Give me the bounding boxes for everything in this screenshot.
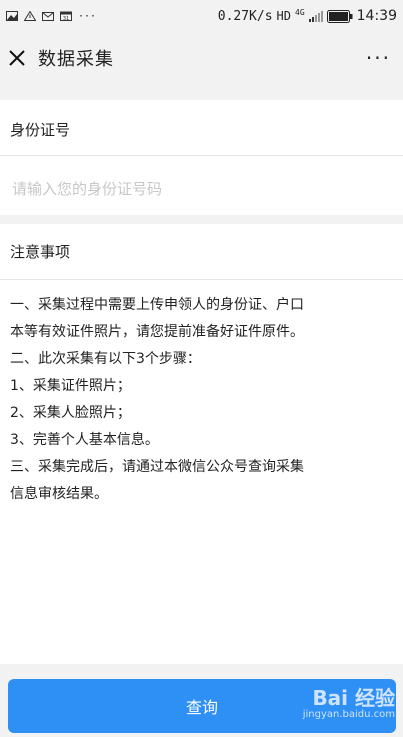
image-notification-icon xyxy=(6,11,18,21)
watermark-url: jingyan.baidu.com xyxy=(302,709,395,720)
notes-line: 一、采集过程中需要上传申领人的身份证、户口 xyxy=(10,297,304,313)
query-button-label: 查询 xyxy=(185,698,218,717)
baidu-jingyan-watermark: Bai 经验 jingyan.baidu.com xyxy=(303,682,395,720)
notes-line: 本等有效证件照片，请您提前准备好证件原件。 xyxy=(10,324,304,340)
notes-line: 信息审核结果。 xyxy=(10,486,108,502)
battery-icon xyxy=(326,9,353,23)
divider xyxy=(0,279,403,280)
close-icon xyxy=(9,50,25,66)
notes-line: 二、此次采集有以下3个步骤： xyxy=(10,351,201,367)
id-number-input[interactable] xyxy=(10,176,394,202)
divider xyxy=(0,155,403,156)
watermark-logo: Bai 经验 xyxy=(312,686,395,710)
notes-content: 一、采集过程中需要上传申领人的身份证、户口 本等有效证件照片，请您提前准备好证件… xyxy=(10,292,395,508)
more-notifications: ··· xyxy=(78,10,97,22)
page-title: 数据采集 xyxy=(38,49,114,70)
notes-title: 注意事项 xyxy=(10,243,71,261)
more-menu-button[interactable]: ··· xyxy=(366,46,391,70)
signal-icon xyxy=(308,11,323,22)
status-right: 0.27K/s HD 4G 14:39 xyxy=(217,7,403,25)
title-bar: 数据采集 ··· xyxy=(0,32,403,84)
svg-text:31: 31 xyxy=(63,16,69,21)
status-left-icons: 31 ··· xyxy=(0,11,96,22)
warning-icon xyxy=(24,11,36,21)
close-button[interactable] xyxy=(0,38,34,78)
hd-indicator: HD xyxy=(276,9,291,23)
notes-line: 2、采集人脸照片； xyxy=(10,405,131,421)
notes-line: 3、完善个人基本信息。 xyxy=(10,432,159,448)
network-speed: 0.27K/s xyxy=(217,8,273,24)
notes-line: 1、采集证件照片； xyxy=(10,378,131,394)
network-type: 4G xyxy=(295,7,305,17)
calendar-icon: 31 xyxy=(60,11,72,21)
envelope-icon xyxy=(42,12,54,21)
status-bar: 31 ··· 0.27K/s HD 4G 14:39 xyxy=(0,0,403,32)
notes-line: 三、采集完成后，请通过本微信公众号查询采集 xyxy=(10,459,304,475)
id-number-label: 身份证号 xyxy=(10,121,71,139)
clock: 14:39 xyxy=(356,8,397,24)
